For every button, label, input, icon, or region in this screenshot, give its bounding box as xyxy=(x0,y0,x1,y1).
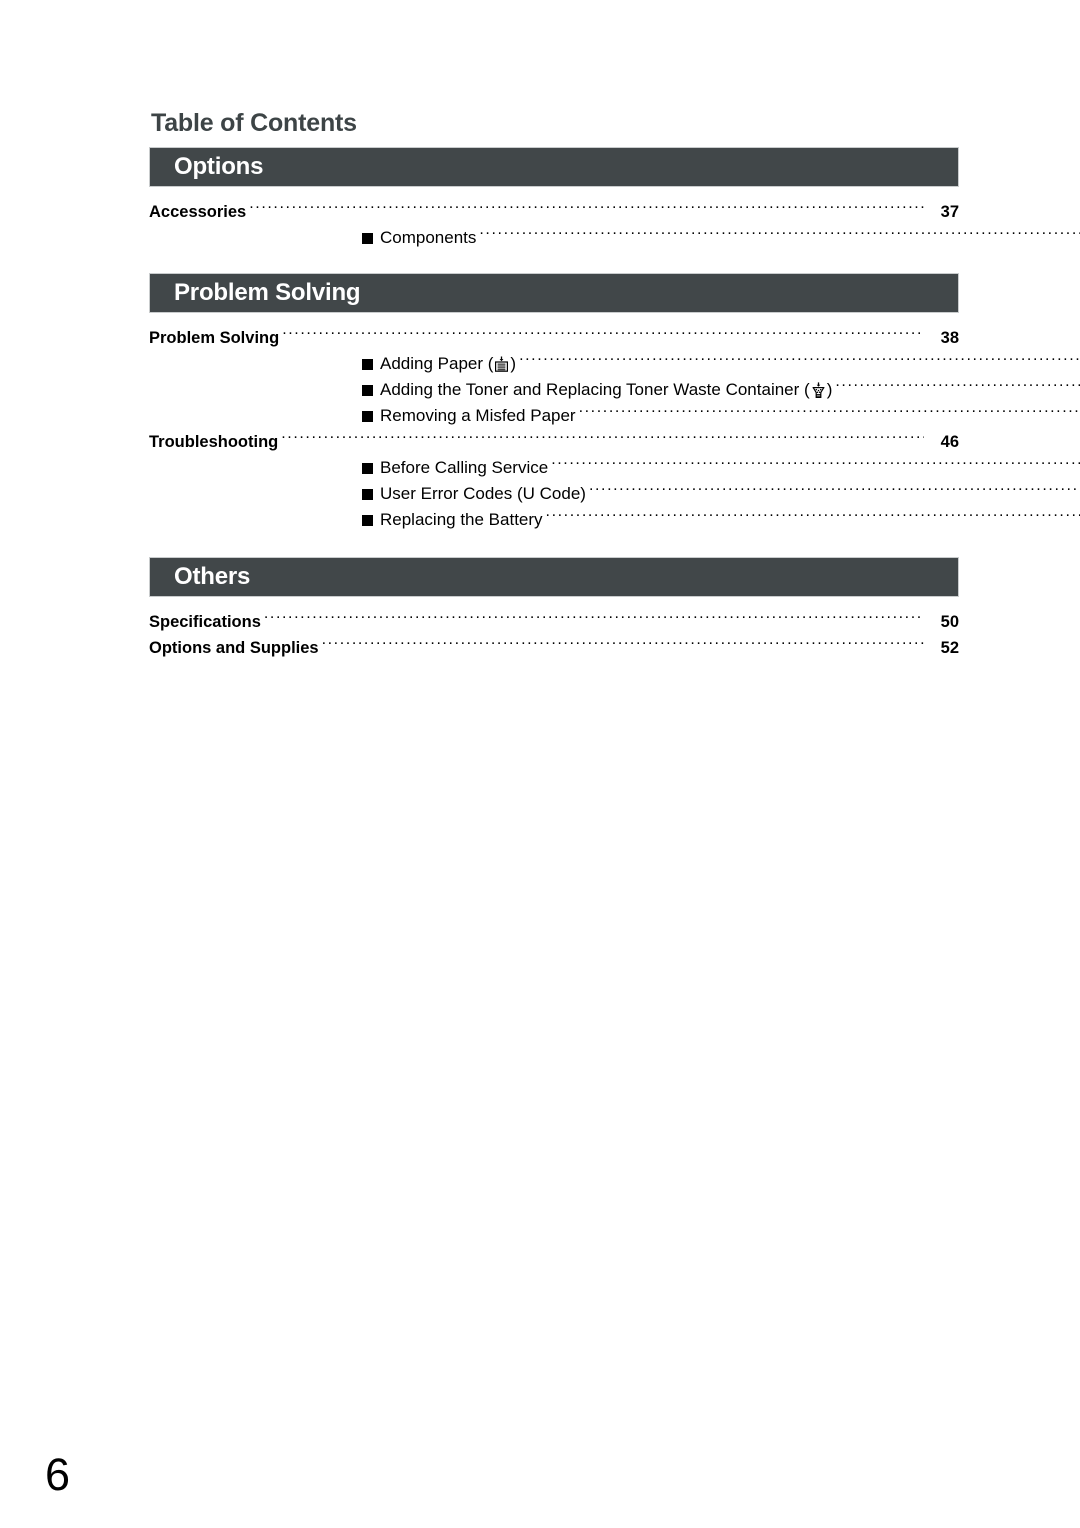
toc-entry-label: Specifications xyxy=(149,613,261,631)
toc-entry-specifications[interactable]: Specifications 50 xyxy=(149,609,959,635)
toc-entry-label: Accessories xyxy=(149,203,247,221)
section-banner-options: Options xyxy=(149,147,959,187)
section-banner-others: Others xyxy=(149,557,959,597)
dot-leader xyxy=(479,226,1080,243)
dot-leader xyxy=(282,327,924,344)
page-number-folio: 6 xyxy=(45,1449,71,1500)
toc-entry-page: 37 xyxy=(940,203,959,221)
section-options: Options Accessories 37 Components 37 xyxy=(149,147,1080,251)
dot-leader xyxy=(249,201,924,218)
section-others: Others Specifications 50 Options and Sup… xyxy=(149,557,959,661)
toc-entry-page: 50 xyxy=(940,613,959,631)
section-banner-problem-solving: Problem Solving xyxy=(149,273,959,313)
dot-leader xyxy=(589,482,1080,499)
dot-leader xyxy=(264,611,924,628)
toc-entry-page: 38 xyxy=(940,329,959,347)
toc-entry-label-wrap: User Error Codes (U Code) xyxy=(362,481,586,507)
toc-entry-problem-solving[interactable]: Problem Solving 38 xyxy=(149,325,959,351)
dot-leader xyxy=(322,637,924,654)
toc-entry-label-wrap: Before Calling Service xyxy=(362,455,548,481)
bullet-square-icon xyxy=(362,233,373,244)
dot-leader xyxy=(281,431,924,448)
dot-leader xyxy=(546,508,1080,525)
toc-entry-label-wrap: Replacing the Battery xyxy=(362,507,543,533)
toc-entry-label: Problem Solving xyxy=(149,329,280,347)
toc-entry-troubleshooting[interactable]: Troubleshooting 46 xyxy=(149,429,959,455)
toc-entry-label-wrap: Removing a Misfed Paper xyxy=(362,403,576,429)
toc-entry-label: Components xyxy=(380,228,477,247)
toc-entry-label: Adding Paper xyxy=(380,354,484,373)
dot-leader xyxy=(519,352,1080,369)
toc-entry-label: Troubleshooting xyxy=(149,433,279,451)
toner-waste-icon xyxy=(811,382,826,399)
toc-entry-accessories[interactable]: Accessories 37 xyxy=(149,199,959,225)
dot-leader xyxy=(579,404,1080,421)
add-paper-icon xyxy=(494,356,509,373)
dot-leader xyxy=(551,456,1080,473)
toc-entry-label: Removing a Misfed Paper xyxy=(380,406,576,425)
bullet-square-icon xyxy=(362,463,373,474)
toc-entry-before-calling-service[interactable]: Before Calling Service 46 xyxy=(149,455,1080,481)
toc-entry-label: Replacing the Battery xyxy=(380,510,543,529)
toc-entry-adding-toner[interactable]: Adding the Toner and Replacing Toner Was… xyxy=(149,377,1080,403)
toc-entry-label: User Error Codes (U Code) xyxy=(380,484,586,503)
toc-entry-label-wrap: Adding Paper () xyxy=(362,351,516,377)
toc-entry-label: Before Calling Service xyxy=(380,458,549,477)
toc-entry-label: Options and Supplies xyxy=(149,639,319,657)
toc-entry-label-wrap: Adding the Toner and Replacing Toner Was… xyxy=(362,377,832,403)
toc-entry-user-error-codes[interactable]: User Error Codes (U Code) 48 xyxy=(149,481,1080,507)
toc-entry-adding-paper[interactable]: Adding Paper () 38 xyxy=(149,351,1080,377)
bullet-square-icon xyxy=(362,515,373,526)
toc-entry-page: 52 xyxy=(940,639,959,657)
toc-group-problem-solving: Problem Solving 38 Adding Paper () 38 Ad… xyxy=(149,325,1080,533)
bullet-square-icon xyxy=(362,489,373,500)
toc-content: Table of Contents Options Accessories 37… xyxy=(149,108,1080,661)
toc-entry-label-wrap: Components xyxy=(362,225,476,251)
bullet-square-icon xyxy=(362,385,373,396)
section-banner-label: Options xyxy=(174,153,264,180)
dot-leader xyxy=(835,378,1080,395)
document-page: Table of Contents Options Accessories 37… xyxy=(0,0,1080,1528)
toc-group-options: Accessories 37 Components 37 xyxy=(149,199,1080,251)
section-banner-label: Others xyxy=(174,563,251,590)
toc-group-others: Specifications 50 Options and Supplies 5… xyxy=(149,609,959,661)
bullet-square-icon xyxy=(362,359,373,370)
section-problem-solving: Problem Solving Problem Solving 38 Addin… xyxy=(149,273,1080,533)
toc-entry-label: Adding the Toner and Replacing Toner Was… xyxy=(380,380,800,399)
bullet-square-icon xyxy=(362,411,373,422)
toc-entry-components[interactable]: Components 37 xyxy=(149,225,1080,251)
section-banner-label: Problem Solving xyxy=(174,279,361,306)
toc-entry-removing-misfed-paper[interactable]: Removing a Misfed Paper 41 xyxy=(149,403,1080,429)
toc-entry-page: 46 xyxy=(940,433,959,451)
toc-entry-replacing-battery[interactable]: Replacing the Battery 49 xyxy=(149,507,1080,533)
page-title: Table of Contents xyxy=(151,109,357,137)
toc-entry-options-and-supplies[interactable]: Options and Supplies 52 xyxy=(149,635,959,661)
